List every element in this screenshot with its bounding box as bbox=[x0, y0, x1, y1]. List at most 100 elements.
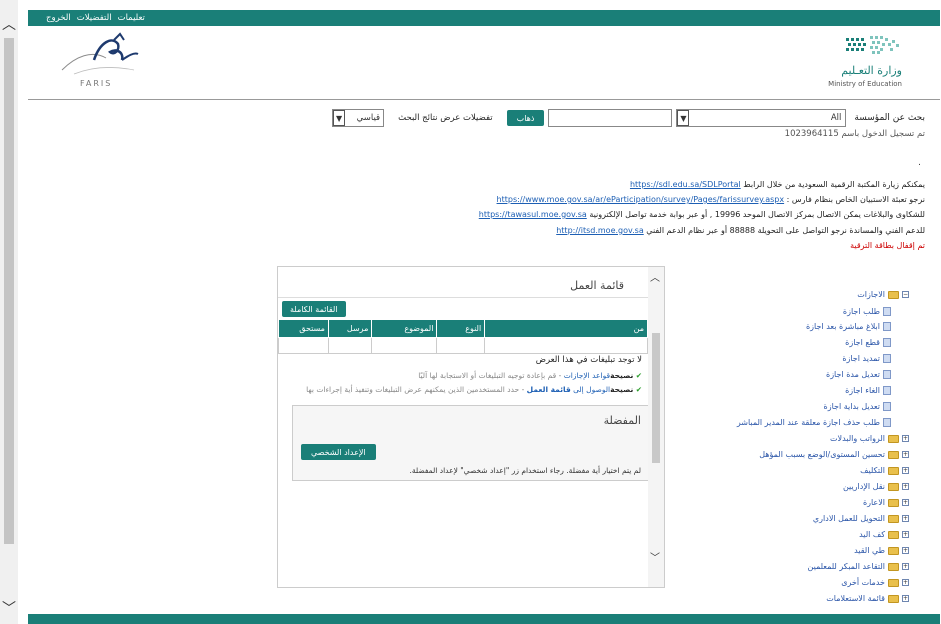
scroll-up-icon[interactable]: ︿ bbox=[2, 14, 16, 34]
column-due[interactable]: مستحق bbox=[278, 319, 329, 338]
folder-icon bbox=[888, 450, 899, 459]
info-line-support: للدعم الفني والمساندة نرجو التواصل على ا… bbox=[556, 226, 925, 235]
column-type[interactable]: النوع bbox=[436, 319, 486, 338]
tip-text: - قم بإعادة توجيه التبليغات أو الاستجابة… bbox=[418, 371, 564, 380]
folder-icon bbox=[888, 434, 899, 443]
expand-icon[interactable]: + bbox=[902, 531, 909, 538]
faris-logo: FARIS bbox=[54, 30, 148, 90]
header-divider bbox=[28, 99, 940, 100]
personal-settings-button[interactable]: الإعداد الشخصي bbox=[301, 444, 376, 460]
tree-leaf[interactable]: طلب حذف اجازة معلقة عند المدير المباشر bbox=[737, 418, 891, 427]
page-scrollbar[interactable]: ︿ ﹀ bbox=[0, 0, 18, 624]
tree-leaf[interactable]: تمديد اجازة bbox=[842, 354, 891, 363]
institution-select[interactable]: ▼ All bbox=[676, 109, 847, 127]
tree-label: الغاء اجازة bbox=[845, 386, 880, 395]
tree-folder-leaves[interactable]: − الاجازات bbox=[857, 290, 909, 299]
expand-icon[interactable]: + bbox=[902, 515, 909, 522]
tree-folder[interactable]: + طي القيد bbox=[854, 546, 909, 555]
expand-icon[interactable]: + bbox=[902, 499, 909, 506]
login-info: تم تسجيل الدخول باسم 1023964115 bbox=[784, 129, 925, 139]
moe-title: وزارة التعـليم bbox=[841, 64, 902, 77]
access-link[interactable]: الوصول إلى bbox=[571, 385, 610, 394]
bottom-bar bbox=[28, 614, 940, 624]
expand-icon[interactable]: + bbox=[902, 467, 909, 474]
chevron-down-icon[interactable]: ﹀ bbox=[650, 549, 660, 564]
tree-leaf[interactable]: تعديل مدة اجازة bbox=[826, 370, 891, 379]
institution-select-value: All bbox=[830, 113, 842, 123]
tree-leaf[interactable]: طلب اجازة bbox=[843, 307, 891, 316]
expand-icon[interactable]: + bbox=[902, 547, 909, 554]
tree-folder[interactable]: + قائمة الاستعلامات bbox=[826, 594, 909, 603]
tree-label: طلب حذف اجازة معلقة عند المدير المباشر bbox=[736, 418, 880, 427]
expand-icon[interactable]: + bbox=[902, 483, 909, 490]
tawasul-link[interactable]: https://tawasul.moe.gov.sa bbox=[479, 210, 587, 219]
vacation-rules-link[interactable]: قواعد الإجازات bbox=[564, 371, 610, 380]
faris-logo-text: FARIS bbox=[80, 79, 112, 88]
tree-folder[interactable]: + التحويل للعمل الاداري bbox=[813, 514, 909, 523]
tree-folder[interactable]: + الرواتب والبدلات bbox=[830, 434, 909, 443]
expand-icon[interactable]: + bbox=[902, 435, 909, 442]
top-links: تعليمات التفضيلات الخروج bbox=[46, 13, 145, 23]
column-from[interactable]: من bbox=[484, 319, 648, 338]
tree-folder[interactable]: + تحسين المستوى/الوضع بسبب المؤهل bbox=[759, 450, 909, 459]
folder-icon bbox=[888, 530, 899, 539]
search-input[interactable] bbox=[548, 109, 673, 127]
tree-folder[interactable]: + الاعارة bbox=[863, 498, 909, 507]
top-link-logout[interactable]: الخروج bbox=[46, 13, 71, 23]
folder-icon bbox=[888, 466, 899, 475]
worklist-title: قائمة العمل bbox=[570, 279, 624, 292]
tree-folder[interactable]: + نقل الإداريين bbox=[843, 482, 909, 491]
tree-folder[interactable]: + كف اليد bbox=[859, 530, 909, 539]
table-cell bbox=[327, 337, 373, 354]
tree-label: تعديل مدة اجازة bbox=[826, 370, 880, 379]
favorites-title: المفضلة bbox=[603, 414, 641, 427]
tip-bold: نصيحة bbox=[610, 385, 634, 394]
moe-emblem-icon bbox=[846, 36, 899, 54]
expand-icon[interactable]: + bbox=[902, 579, 909, 586]
display-select[interactable]: ▼ قياسي bbox=[332, 109, 385, 127]
chevron-down-icon[interactable]: ▼ bbox=[677, 110, 690, 126]
document-icon bbox=[883, 322, 891, 331]
collapse-icon[interactable]: − bbox=[902, 291, 909, 298]
panel-scroll-thumb[interactable] bbox=[652, 333, 660, 463]
tree-leaf[interactable]: قطع اجازة bbox=[845, 338, 891, 347]
full-list-button[interactable]: القائمة الكاملة bbox=[282, 301, 346, 317]
tree-folder[interactable]: + خدمات أخرى bbox=[841, 578, 909, 587]
tree-leaf[interactable]: ابلاغ مباشرة بعد اجازة bbox=[806, 322, 891, 331]
tree-leaf[interactable]: تعديل بداية اجازة bbox=[824, 402, 891, 411]
panel-scrollbar[interactable]: ︿ ﹀ bbox=[648, 267, 664, 587]
info-text: للدعم الفني والمساندة نرجو التواصل على ا… bbox=[646, 226, 925, 235]
top-link-help[interactable]: تعليمات bbox=[118, 13, 145, 23]
tree-label: تعديل بداية اجازة bbox=[823, 402, 880, 411]
tree-label: طلب اجازة bbox=[842, 307, 880, 316]
scroll-down-icon[interactable]: ﹀ bbox=[2, 598, 16, 618]
expand-icon[interactable]: + bbox=[902, 595, 909, 602]
tree-label: ابلاغ مباشرة بعد اجازة bbox=[805, 322, 880, 331]
top-link-preferences[interactable]: التفضيلات bbox=[77, 13, 112, 23]
go-button[interactable]: ذهاب bbox=[506, 110, 545, 126]
column-subject[interactable]: الموضوع bbox=[371, 319, 438, 338]
worklist-link[interactable]: قائمة العمل bbox=[527, 385, 571, 394]
tree-leaf[interactable]: الغاء اجازة bbox=[845, 386, 891, 395]
scroll-thumb[interactable] bbox=[4, 38, 14, 544]
info-text: نرجو تعبئة الاستبيان الخاص بنظام فارس : bbox=[786, 195, 925, 204]
survey-link[interactable]: https://www.moe.gov.sa/ar/eParticipation… bbox=[497, 195, 785, 204]
itsd-link[interactable]: http://itsd.moe.gov.sa bbox=[556, 226, 644, 235]
column-sender[interactable]: مرسل bbox=[327, 319, 373, 338]
tip-text: - حدد المستخدمين الذين يمكنهم عرض التبلي… bbox=[306, 385, 527, 394]
table-row bbox=[278, 337, 648, 354]
tree-label: كف اليد bbox=[859, 530, 885, 539]
chevron-down-icon[interactable]: ▼ bbox=[333, 110, 346, 126]
top-bar bbox=[28, 10, 940, 26]
expand-icon[interactable]: + bbox=[902, 563, 909, 570]
table-cell bbox=[436, 337, 486, 354]
library-link[interactable]: https://sdl.edu.sa/SDLPortal bbox=[630, 180, 741, 189]
tree-folder[interactable]: + التقاعد المبكر للمعلمين bbox=[808, 562, 909, 571]
tree-label: خدمات أخرى bbox=[841, 578, 885, 587]
folder-icon bbox=[888, 546, 899, 555]
chevron-up-icon[interactable]: ︿ bbox=[650, 269, 660, 284]
expand-icon[interactable]: + bbox=[902, 451, 909, 458]
folder-icon bbox=[888, 594, 899, 603]
folder-icon bbox=[888, 498, 899, 507]
tree-folder[interactable]: + التكليف bbox=[860, 466, 909, 475]
